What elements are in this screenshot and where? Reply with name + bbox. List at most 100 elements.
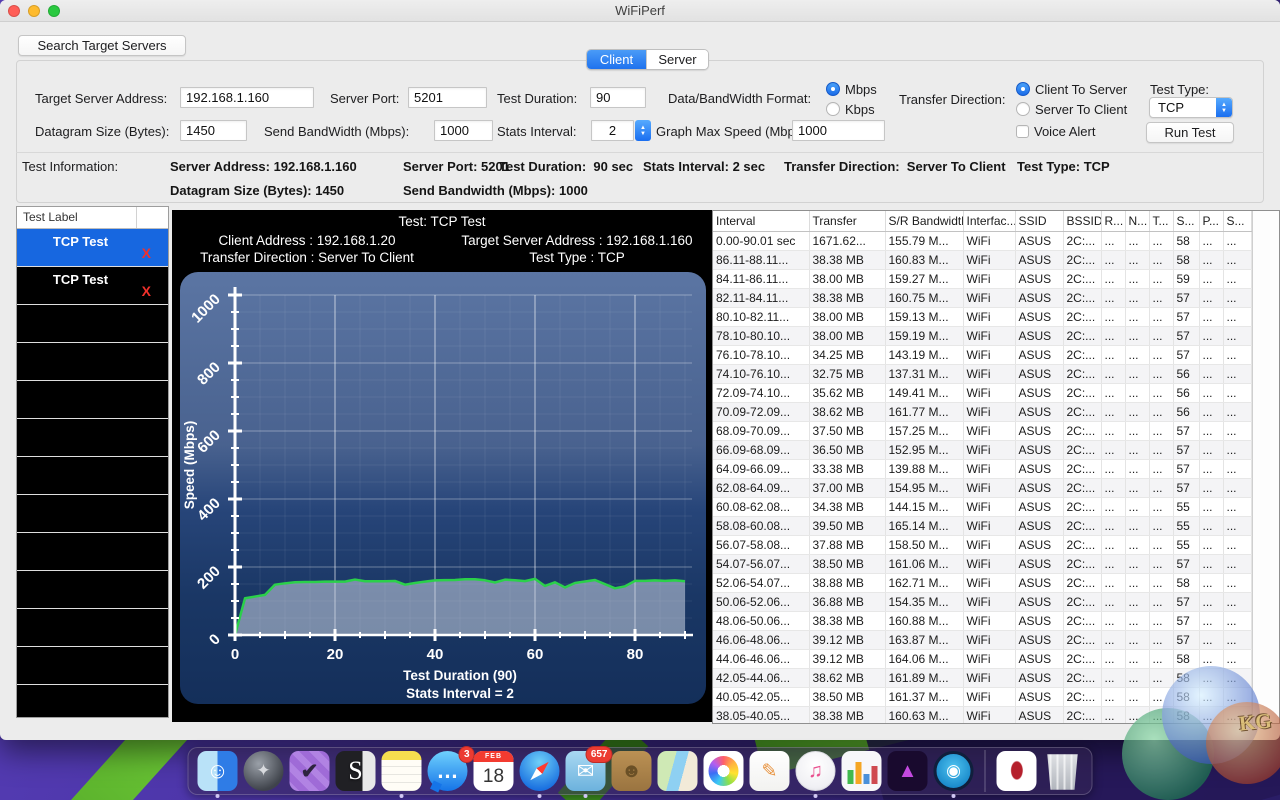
format-kbps-radio[interactable]: Kbps	[826, 101, 875, 117]
contacts-icon[interactable]: ☻	[612, 751, 652, 791]
table-cell: 80.10-82.11...	[713, 308, 809, 327]
wifiperf-icon[interactable]: ◉	[934, 751, 974, 791]
table-row[interactable]: 64.09-66.09...33.38 MB139.88 M...WiFiASU…	[713, 460, 1251, 479]
table-row[interactable]: 46.06-48.06...39.12 MB163.87 M...WiFiASU…	[713, 631, 1251, 650]
notes-icon[interactable]	[382, 751, 422, 791]
maps-icon[interactable]	[658, 751, 698, 791]
stats-interval-stepper[interactable]	[635, 120, 651, 141]
table-row[interactable]: 86.11-88.11...38.38 MB160.83 M...WiFiASU…	[713, 251, 1251, 270]
column-header[interactable]: S/R Bandwidth	[885, 211, 963, 232]
chart-target-address: Target Server Address : 192.168.1.160	[442, 233, 712, 248]
test-type-select[interactable]: TCP	[1149, 97, 1233, 118]
table-row[interactable]: 84.11-86.11...38.00 MB159.27 M...WiFiASU…	[713, 270, 1251, 289]
table-row[interactable]: 48.06-50.06...38.38 MB160.88 M...WiFiASU…	[713, 612, 1251, 631]
launchpad-icon[interactable]: ✦	[244, 751, 284, 791]
table-row[interactable]: 44.06-46.06...39.12 MB164.06 M...WiFiASU…	[713, 650, 1251, 669]
target-server-address-input[interactable]	[180, 87, 314, 108]
table-row[interactable]: 40.05-42.05...38.50 MB161.37 M...WiFiASU…	[713, 688, 1251, 707]
table-row[interactable]: 80.10-82.11...38.00 MB159.13 M...WiFiASU…	[713, 308, 1251, 327]
itunes-icon[interactable]: ♫	[796, 751, 836, 791]
table-row[interactable]: 54.07-56.07...38.50 MB161.06 M...WiFiASU…	[713, 555, 1251, 574]
table-cell: ASUS	[1015, 517, 1063, 536]
pages-icon[interactable]: ✎	[750, 751, 790, 791]
table-row[interactable]: 62.08-64.09...37.00 MB154.95 M...WiFiASU…	[713, 479, 1251, 498]
album-document-icon[interactable]	[997, 751, 1037, 791]
column-header[interactable]: SSID	[1015, 211, 1063, 232]
column-header[interactable]: Transfer	[809, 211, 885, 232]
table-cell: ...	[1101, 346, 1125, 365]
affinity-photo-icon[interactable]: ▲	[888, 751, 928, 791]
table-cell: ASUS	[1015, 555, 1063, 574]
table-cell: 2C:...	[1063, 251, 1101, 270]
stepper-arrows-icon	[1216, 98, 1232, 117]
test-label-row[interactable]: TCP TestX	[17, 267, 168, 305]
table-cell: ...	[1223, 555, 1251, 574]
table-cell: ...	[1101, 707, 1125, 725]
table-cell: 57	[1173, 441, 1199, 460]
column-header[interactable]: T...	[1149, 211, 1173, 232]
column-header[interactable]: R...	[1101, 211, 1125, 232]
test-label-list-header: Test Label	[17, 207, 168, 229]
direction-server-to-client-radio[interactable]: Server To Client	[1016, 101, 1127, 117]
s-app-icon[interactable]: S	[336, 751, 376, 791]
table-row[interactable]: 56.07-58.08...37.88 MB158.50 M...WiFiASU…	[713, 536, 1251, 555]
table-row[interactable]: 0.00-90.01 sec1671.62...155.79 M...WiFiA…	[713, 232, 1251, 251]
calendar-icon[interactable]: FEB18	[474, 751, 514, 791]
table-scrollbar[interactable]	[1252, 211, 1279, 723]
table-row[interactable]: 42.05-44.06...38.62 MB161.89 M...WiFiASU…	[713, 669, 1251, 688]
table-cell: ...	[1199, 365, 1223, 384]
table-row[interactable]: 52.06-54.07...38.88 MB162.71 M...WiFiASU…	[713, 574, 1251, 593]
voice-alert-checkbox[interactable]: Voice Alert	[1016, 123, 1095, 139]
table-row[interactable]: 60.08-62.08...34.38 MB144.15 M...WiFiASU…	[713, 498, 1251, 517]
column-header[interactable]: Interval	[713, 211, 809, 232]
table-row[interactable]: 76.10-78.10...34.25 MB143.19 M...WiFiASU…	[713, 346, 1251, 365]
trash-icon[interactable]	[1043, 751, 1083, 791]
table-row[interactable]: 58.08-60.08...39.50 MB165.14 M...WiFiASU…	[713, 517, 1251, 536]
column-header[interactable]: N...	[1125, 211, 1149, 232]
table-row[interactable]: 38.05-40.05...38.38 MB160.63 M...WiFiASU…	[713, 707, 1251, 725]
table-cell: ...	[1125, 612, 1149, 631]
omnifocus-icon[interactable]: ✔	[290, 751, 330, 791]
delete-test-button[interactable]: X	[142, 246, 151, 260]
stats-interval-input[interactable]	[591, 120, 634, 141]
column-header[interactable]: S...	[1223, 211, 1251, 232]
run-test-button[interactable]: Run Test	[1146, 122, 1234, 143]
table-row[interactable]: 50.06-52.06...36.88 MB154.35 M...WiFiASU…	[713, 593, 1251, 612]
table-row[interactable]: 70.09-72.09...38.62 MB161.77 M...WiFiASU…	[713, 403, 1251, 422]
tab-server[interactable]: Server	[646, 50, 708, 69]
delete-test-button[interactable]: X	[142, 284, 151, 298]
numbers-icon[interactable]	[842, 751, 882, 791]
table-cell: ...	[1223, 384, 1251, 403]
tab-client[interactable]: Client	[587, 50, 646, 69]
table-row[interactable]: 78.10-80.10...38.00 MB159.19 M...WiFiASU…	[713, 327, 1251, 346]
graph-max-speed-input[interactable]	[792, 120, 885, 141]
test-label-row[interactable]: TCP TestX	[17, 229, 168, 267]
table-cell: ...	[1223, 327, 1251, 346]
table-row[interactable]: 72.09-74.10...35.62 MB149.41 M...WiFiASU…	[713, 384, 1251, 403]
column-header[interactable]: S...	[1173, 211, 1199, 232]
table-row[interactable]: 66.09-68.09...36.50 MB152.95 M...WiFiASU…	[713, 441, 1251, 460]
datagram-size-input[interactable]	[180, 120, 247, 141]
dock-item-itunes: ♫	[796, 751, 836, 791]
direction-client-to-server-radio[interactable]: Client To Server	[1016, 81, 1127, 97]
column-header[interactable]: P...	[1199, 211, 1223, 232]
table-cell: ...	[1101, 384, 1125, 403]
photos-icon[interactable]	[704, 751, 744, 791]
table-cell: WiFi	[963, 536, 1015, 555]
search-target-servers-button[interactable]: Search Target Servers	[18, 35, 186, 56]
table-cell: WiFi	[963, 384, 1015, 403]
table-row[interactable]: 74.10-76.10...32.75 MB137.31 M...WiFiASU…	[713, 365, 1251, 384]
safari-icon[interactable]	[520, 751, 560, 791]
finder-icon[interactable]: ☺	[198, 751, 238, 791]
column-header[interactable]: Interfac...	[963, 211, 1015, 232]
send-bandwidth-input[interactable]	[434, 120, 493, 141]
table-row[interactable]: 82.11-84.11...38.38 MB160.75 M...WiFiASU…	[713, 289, 1251, 308]
test-duration-input[interactable]	[590, 87, 646, 108]
voice-alert-label: Voice Alert	[1034, 124, 1095, 139]
column-header[interactable]: BSSID	[1063, 211, 1101, 232]
table-row[interactable]: 68.09-70.09...37.50 MB157.25 M...WiFiASU…	[713, 422, 1251, 441]
table-cell: ...	[1199, 346, 1223, 365]
server-port-input[interactable]	[408, 87, 487, 108]
format-mbps-radio[interactable]: Mbps	[826, 81, 877, 97]
client-server-tabs: Client Server	[586, 49, 709, 70]
